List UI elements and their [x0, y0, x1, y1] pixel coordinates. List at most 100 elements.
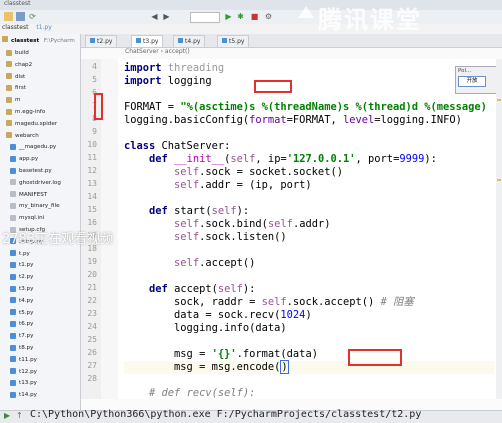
line-number: 23	[87, 309, 97, 318]
tree-item-py[interactable]: t13.py	[0, 378, 80, 388]
code-line-24: logging.info(data)	[124, 322, 287, 334]
line-number: 13	[87, 179, 97, 188]
tree-item-file[interactable]: my_binary_file	[0, 201, 80, 211]
tree-item-py[interactable]: t7.py	[0, 331, 80, 341]
line-number: 19	[87, 257, 97, 266]
tree-item-label: t11.py	[19, 356, 37, 363]
tencent-classroom-logo-icon	[298, 6, 314, 18]
project-root-label: classtest	[11, 38, 40, 44]
tree-item-label: build	[15, 50, 29, 56]
up-arrow-icon[interactable]: ↑	[16, 411, 23, 420]
tree-item-py[interactable]: t.py	[0, 249, 80, 259]
tree-item-label: t13.py	[19, 380, 37, 387]
run-config-icon[interactable]	[190, 12, 220, 23]
tree-item-py[interactable]: t8.py	[0, 343, 80, 353]
tree-item-py[interactable]: basetest.py	[0, 166, 80, 176]
code-line-19: self.accept()	[174, 257, 256, 269]
tree-item-folder[interactable]: m	[0, 95, 80, 105]
tree-item-folder[interactable]: first	[0, 83, 80, 93]
python-file-icon	[178, 38, 183, 43]
run-icon[interactable]: ▶	[4, 411, 10, 420]
tab-t4[interactable]: t4.py	[173, 35, 206, 47]
tree-item-py[interactable]: t2.py	[0, 272, 80, 282]
structure-breadcrumb: ChatServer › accept()	[81, 48, 502, 59]
tree-item-folder[interactable]: webarch	[0, 131, 80, 141]
code-line-10: class ChatServer:	[124, 140, 231, 152]
tree-item-py[interactable]: app.py	[0, 154, 80, 164]
tree-item-label: t.py	[19, 250, 30, 257]
line-number: 11	[87, 153, 97, 162]
python-file-icon	[10, 356, 16, 363]
tree-item-label: __magedu.py	[19, 144, 57, 151]
python-file-icon	[10, 261, 16, 268]
tree-item-py[interactable]: t6.py	[0, 319, 80, 329]
tree-item-folder[interactable]: m.egg-info	[0, 107, 80, 117]
tree-item-label: t1.py	[19, 262, 34, 269]
line-number: 22	[87, 296, 97, 305]
project-root[interactable]: classtest F:\Pycharm	[2, 36, 78, 46]
python-file-icon	[10, 391, 16, 398]
line-number: 21	[87, 283, 97, 292]
tree-item-folder[interactable]: dist	[0, 72, 80, 82]
python-file-icon	[10, 250, 16, 257]
tree-item-label: app.py	[19, 156, 39, 163]
code-line-17: self.sock.listen()	[174, 231, 287, 243]
line-number: 15	[87, 205, 97, 214]
run-icon[interactable]: ▶	[224, 12, 233, 21]
tree-item-file[interactable]: ghostdriver.log	[0, 178, 80, 188]
breadcrumb-file[interactable]: t1.py	[36, 24, 51, 31]
tree-item-py[interactable]: t3.py	[0, 284, 80, 294]
python-file-icon	[10, 309, 16, 316]
code-editor[interactable]: import threading import logging FORMAT =…	[118, 59, 496, 399]
tree-item-py[interactable]: t1.py	[0, 260, 80, 270]
breadcrumb-project[interactable]: classtest	[2, 24, 28, 31]
tree-item-file[interactable]: mysql.ini	[0, 213, 80, 223]
code-line-12: self.sock = socket.socket()	[174, 166, 343, 178]
python-file-icon	[10, 143, 16, 150]
tree-item-py[interactable]: t12.py	[0, 367, 80, 377]
save-icon[interactable]	[16, 12, 25, 21]
code-line-13: self.addr = (ip, port)	[174, 179, 312, 191]
debug-icon[interactable]: ✱	[236, 12, 245, 21]
python-file-icon	[222, 38, 227, 43]
back-icon[interactable]: ◀	[150, 12, 159, 21]
python-file-icon	[90, 38, 95, 43]
code-line-22: sock, raddr = self.sock.accept() # 阻塞	[124, 296, 414, 308]
editor-scrollbar[interactable]	[496, 59, 502, 399]
annotation-box	[254, 80, 292, 93]
settings-icon[interactable]: ⚙	[264, 12, 273, 21]
python-file-icon	[136, 38, 141, 43]
tab-t3[interactable]: t3.py	[131, 35, 164, 47]
stop-icon[interactable]: ■	[250, 12, 259, 21]
python-file-icon	[10, 332, 16, 339]
tab-t5[interactable]: t5.py	[217, 35, 250, 47]
code-line-8: logging.basicConfig(format=FORMAT, level…	[124, 114, 462, 126]
sync-icon[interactable]: ⟳	[28, 12, 37, 21]
tree-item-py[interactable]: __magedu.py	[0, 142, 80, 152]
tree-item-label: m.egg-info	[15, 109, 46, 115]
python-file-icon	[10, 167, 16, 174]
tree-item-folder[interactable]: build	[0, 48, 80, 58]
find-popup[interactable]: Pol... 开放	[455, 66, 499, 94]
folder-icon	[6, 84, 12, 91]
tree-item-folder[interactable]: magedu.spider	[0, 119, 80, 129]
code-line-7: FORMAT = "%(asctime)s %(threadName)s %(t…	[124, 101, 487, 113]
line-number: 20	[87, 270, 97, 279]
tree-item-py[interactable]: t4.py	[0, 296, 80, 306]
forward-icon[interactable]: ▶	[162, 12, 171, 21]
tree-item-file[interactable]: MANIFEST	[0, 190, 80, 200]
tree-item-py[interactable]: t5.py	[0, 308, 80, 318]
tree-item-label: magedu.spider	[15, 120, 58, 127]
tab-t2[interactable]: t2.py	[85, 35, 118, 47]
find-popup-button[interactable]: 开放	[458, 76, 486, 87]
tree-item-py[interactable]: t14.py	[0, 390, 80, 400]
code-line-16: self.sock.bind(self.addr)	[174, 218, 331, 230]
tree-item-label: my_binary_file	[19, 203, 60, 210]
tree-item-label: t8.py	[19, 345, 34, 351]
line-number: 24	[87, 322, 97, 331]
tree-item-folder[interactable]: chap2	[0, 60, 80, 70]
open-folder-icon[interactable]	[4, 12, 13, 21]
file-icon	[10, 202, 16, 209]
tree-item-py[interactable]: t11.py	[0, 355, 80, 365]
project-root-path: F:\Pycharm	[43, 38, 75, 44]
